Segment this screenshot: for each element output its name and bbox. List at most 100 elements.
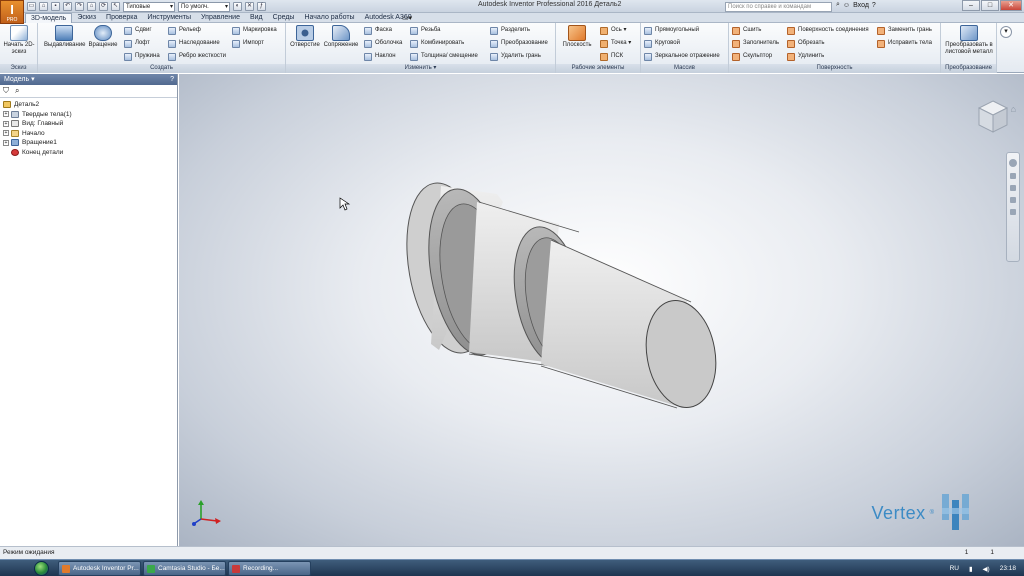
part-model[interactable] <box>179 74 1024 546</box>
graphics-viewport[interactable]: ⌂ Vertex ® <box>179 74 1024 546</box>
tab-inspect[interactable]: Проверка <box>101 13 142 23</box>
tab-get-started[interactable]: Начало работы <box>299 13 359 23</box>
select-icon[interactable]: ↖ <box>111 2 120 11</box>
parameters-icon[interactable]: ƒ <box>257 2 266 11</box>
clock[interactable]: 23:18 <box>1000 565 1016 572</box>
home-view-icon[interactable]: ⌂ <box>1011 104 1016 114</box>
volume-icon[interactable]: ◀) <box>983 565 990 573</box>
patch-button[interactable]: Заполнитель <box>732 38 779 49</box>
taskbar-item-inventor[interactable]: Autodesk Inventor Pr... <box>58 561 141 576</box>
direct-edit-button[interactable]: Преобразование <box>490 38 548 49</box>
shell-button[interactable]: Оболочка <box>364 38 402 49</box>
convert-sheet-metal-button[interactable]: Преобразовать в листовой металл <box>943 25 995 56</box>
look-at-icon[interactable] <box>1010 209 1016 215</box>
delete-face-button[interactable]: Удалить грань <box>490 51 541 62</box>
viewcube[interactable] <box>977 99 1009 135</box>
appearance-icon[interactable]: ◐ <box>233 2 242 11</box>
viewcube-icon[interactable] <box>977 99 1009 135</box>
hole-button[interactable]: Отверстие <box>288 25 322 49</box>
mirror-button[interactable]: Зеркальное отражение <box>644 51 720 62</box>
revolve-button[interactable]: Вращение <box>86 25 120 49</box>
tab-3d-model[interactable]: 3D-модель <box>25 13 73 23</box>
thicken-button[interactable]: Толщина/ смещение <box>410 51 478 62</box>
pan-icon[interactable] <box>1010 173 1016 179</box>
combine-button[interactable]: Комбинировать <box>410 38 464 49</box>
thread-button[interactable]: Резьба <box>410 25 440 36</box>
tab-view[interactable]: Вид <box>245 13 268 23</box>
save-icon[interactable]: ▪ <box>51 2 60 11</box>
axis-button[interactable]: Ось ▾ <box>600 25 626 36</box>
style-dropdown[interactable]: Типовые <box>123 1 175 12</box>
help-icon[interactable]: ? <box>872 2 876 9</box>
ribbon-minimize-icon[interactable]: ▭▾ <box>402 14 412 22</box>
import-button[interactable]: Импорт <box>232 38 264 49</box>
repair-bodies-button[interactable]: Исправить тела <box>877 38 932 49</box>
taskbar-item-recording[interactable]: Recording... <box>228 561 311 576</box>
tab-tools[interactable]: Инструменты <box>142 13 196 23</box>
start-sketch-button[interactable]: Начать 2D-эскиз <box>2 25 36 56</box>
mark-button[interactable]: Маркировка <box>232 25 277 36</box>
close-button[interactable]: ✕ <box>1000 0 1022 11</box>
tab-environments[interactable]: Среды <box>268 13 300 23</box>
update-icon[interactable]: ⟳ <box>99 2 108 11</box>
coil-button[interactable]: Пружина <box>124 51 160 62</box>
tab-sketch[interactable]: Эскиз <box>72 13 101 23</box>
zoom-icon[interactable] <box>1010 185 1016 191</box>
steering-wheel-icon[interactable] <box>1009 159 1017 167</box>
start-button[interactable] <box>34 561 49 576</box>
redo-icon[interactable]: ↷ <box>75 2 84 11</box>
loft-button[interactable]: Лофт <box>124 38 150 49</box>
ribbon-options-icon[interactable]: ▾ <box>1000 26 1012 38</box>
tree-node-origin[interactable]: + Начало <box>3 129 177 139</box>
expand-icon[interactable]: + <box>3 111 9 118</box>
tree-node-end-of-part[interactable]: Конец детали <box>3 148 177 158</box>
derive-button[interactable]: Наследование <box>168 38 220 49</box>
split-button[interactable]: Разделить <box>490 25 530 36</box>
network-icon[interactable]: ▮ <box>969 565 973 573</box>
draft-button[interactable]: Наклон <box>364 51 396 62</box>
find-icon[interactable]: ⌕ <box>15 86 19 96</box>
home-icon[interactable]: ⌂ <box>87 2 96 11</box>
circular-pattern-button[interactable]: Круговой <box>644 38 680 49</box>
tree-node-part[interactable]: Деталь2 <box>3 100 177 110</box>
extrude-button[interactable]: Выдавливание <box>44 25 86 49</box>
expand-icon[interactable]: + <box>3 139 9 146</box>
modify-panel-label[interactable]: Изменить ▾ <box>286 64 555 73</box>
sculpt-button[interactable]: Скульптор <box>732 51 772 62</box>
point-button[interactable]: Точка ▾ <box>600 38 631 49</box>
browser-title[interactable]: Модель ▾ <box>4 76 35 83</box>
search-icon[interactable]: ⌕ <box>836 1 840 9</box>
language-indicator[interactable]: RU <box>950 565 959 572</box>
extend-button[interactable]: Удлинить <box>787 51 824 62</box>
undo-icon[interactable]: ↶ <box>63 2 72 11</box>
chamfer-button[interactable]: Фаска <box>364 25 392 36</box>
minimize-button[interactable]: – <box>962 0 980 11</box>
fillet-button[interactable]: Сопряжение <box>322 25 360 49</box>
tab-manage[interactable]: Управление <box>196 13 245 23</box>
help-search-input[interactable]: Поиск по справке и командам <box>725 2 832 12</box>
taskbar-item-camtasia[interactable]: Camtasia Studio - Бе... <box>143 561 226 576</box>
application-menu-button[interactable]: I PRO <box>0 0 24 24</box>
maximize-button[interactable]: □ <box>981 0 999 11</box>
open-icon[interactable]: ⌂ <box>39 2 48 11</box>
expand-icon[interactable]: + <box>3 130 9 137</box>
trim-button[interactable]: Обрезать <box>787 38 824 49</box>
rectangular-pattern-button[interactable]: Прямоугольный <box>644 25 699 36</box>
user-icon[interactable]: ☺ <box>843 2 850 9</box>
replace-face-button[interactable]: Заменить грань <box>877 25 932 36</box>
plane-button[interactable]: Плоскость <box>558 25 596 49</box>
rib-button[interactable]: Ребро жесткости <box>168 51 226 62</box>
sign-in-label[interactable]: Вход <box>853 2 869 9</box>
tree-node-revolution[interactable]: + Вращение1 <box>3 138 177 148</box>
ruled-surface-button[interactable]: Поверхность соединения <box>787 25 869 36</box>
sweep-button[interactable]: Сдвиг <box>124 25 152 36</box>
expand-icon[interactable]: + <box>3 120 9 127</box>
tree-node-solid-bodies[interactable]: + Твердые тела(1) <box>3 110 177 120</box>
tree-node-view[interactable]: + Вид: Главный <box>3 119 177 129</box>
browser-close-icon[interactable]: ? <box>170 74 174 85</box>
emboss-button[interactable]: Рельеф <box>168 25 201 36</box>
stitch-button[interactable]: Сшить <box>732 25 761 36</box>
clear-icon[interactable]: ✕ <box>245 2 254 11</box>
filter-icon[interactable]: ⛉ <box>3 86 9 96</box>
ucs-button[interactable]: ПСК <box>600 51 623 62</box>
